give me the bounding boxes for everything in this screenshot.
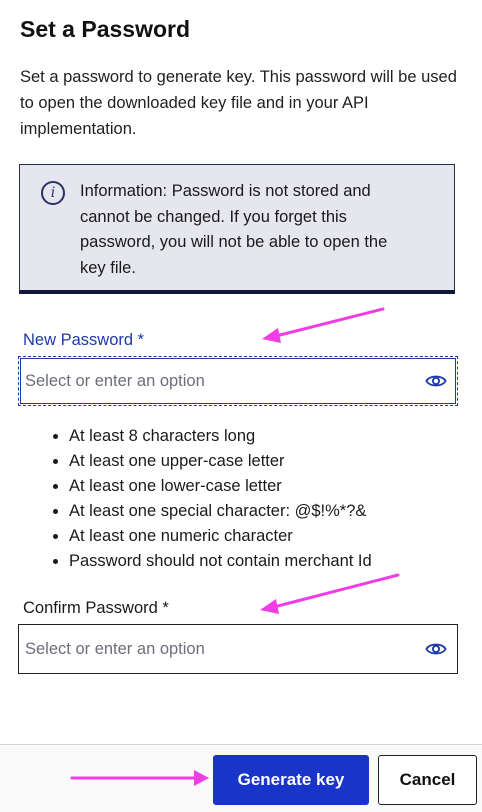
annotation-arrow <box>270 307 385 339</box>
generate-key-button[interactable]: Generate key <box>213 755 369 805</box>
annotation-arrow <box>268 573 400 610</box>
rule-item: At least one numeric character <box>69 524 372 549</box>
new-password-label: New Password * <box>23 331 145 349</box>
password-dialog: Set a Password Set a password to generat… <box>0 0 482 812</box>
info-icon: i <box>41 181 65 205</box>
dialog-footer: Generate key Cancel <box>0 744 482 812</box>
rule-item: Password should not contain merchant Id <box>69 549 372 574</box>
info-banner: i Information: Password is not stored an… <box>19 164 455 294</box>
confirm-password-input[interactable] <box>25 633 405 665</box>
rule-item: At least one special character: @$!%*?& <box>69 499 372 524</box>
dialog-description: Set a password to generate key. This pas… <box>20 68 457 138</box>
cancel-button[interactable]: Cancel <box>378 755 477 805</box>
annotation-arrowhead <box>262 328 281 343</box>
dialog-title: Set a Password <box>20 16 191 42</box>
annotation-arrowhead <box>260 599 279 614</box>
password-rules-list: At least 8 characters long At least one … <box>48 424 372 574</box>
eye-icon[interactable] <box>425 372 447 390</box>
rule-item: At least one lower-case letter <box>69 474 372 499</box>
info-text: Information: Password is not stored and … <box>80 182 388 277</box>
confirm-password-label: Confirm Password * <box>23 599 169 617</box>
rule-item: At least one upper-case letter <box>69 449 372 474</box>
eye-icon[interactable] <box>425 640 447 658</box>
rule-item: At least 8 characters long <box>69 424 372 449</box>
confirm-password-field <box>18 624 458 674</box>
new-password-input[interactable] <box>25 365 405 397</box>
new-password-field <box>18 356 458 406</box>
